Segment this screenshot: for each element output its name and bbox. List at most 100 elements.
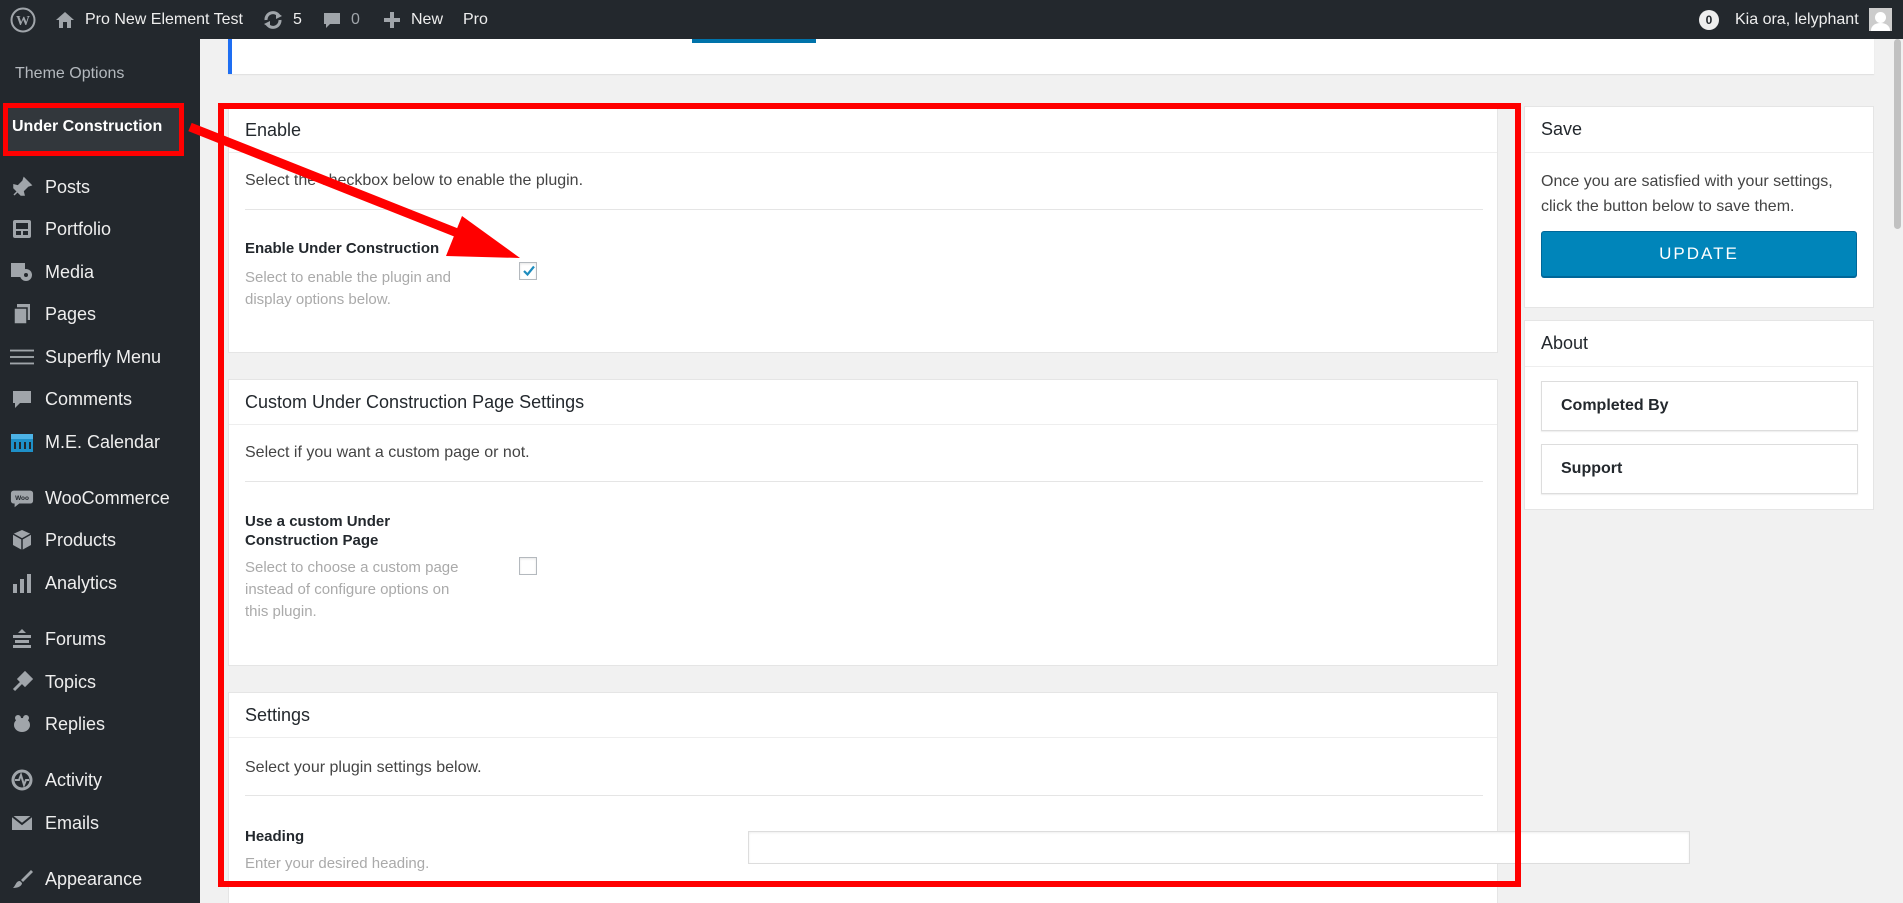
home-icon [56,11,74,28]
sidebar-item-label: M.E. Calendar [45,431,161,452]
pro-label: Pro [463,10,488,28]
replies-icon [10,712,34,736]
heading-input[interactable] [748,831,1690,864]
svg-text:Woo: Woo [15,495,29,502]
new-content-link[interactable]: New [383,0,443,39]
sidebar-item-label: Portfolio [45,218,112,239]
submenu-under-construction-label: Under Construction [12,118,163,135]
calendar-icon [10,430,34,454]
notice-button[interactable] [692,39,816,43]
heading-field-label: Heading [245,828,305,845]
sidebar-item-label: Forums [45,628,107,649]
brush-icon [10,867,34,891]
media-icon [10,260,34,284]
site-name: Pro New Element Test [85,10,243,28]
sidebar-item-label: Comments [45,388,133,409]
divider [245,795,1483,796]
sidebar-item-activity[interactable]: Activity [0,762,200,798]
forums-icon [10,627,34,651]
sidebar-item-analytics[interactable]: Analytics [0,565,200,601]
box-icon [10,528,34,552]
sidebar-item-portfolio[interactable]: Portfolio [0,211,200,247]
sidebar-item-posts[interactable]: Posts [0,169,200,205]
completed-by-toggle[interactable]: Completed By [1541,381,1858,431]
bar-chart-icon [10,571,34,595]
wordpress-logo-icon[interactable]: W [10,0,36,39]
sidebar-item-products[interactable]: Products [0,522,200,558]
custom-field-help: Select to choose a custom page instead o… [245,559,459,620]
enable-field-label: Enable Under Construction [245,240,440,257]
topics-icon [10,670,34,694]
scrollbar-thumb[interactable] [1894,39,1901,229]
about-box-title: About [1541,333,1589,353]
sidebar-item-woocommerce[interactable]: Woo WooCommerce [0,480,200,516]
custom-panel-title: Custom Under Construction Page Settings [245,392,585,412]
divider [1525,366,1873,367]
comment-icon [10,387,34,411]
divider [229,737,1497,738]
update-button[interactable]: UPDATE [1541,231,1857,277]
sidebar-item-label: Activity [45,769,103,790]
sidebar-item-me-calendar[interactable]: M.E. Calendar [0,424,200,460]
sidebar-item-label: Topics [45,671,97,692]
sidebar-item-comments[interactable]: Comments [0,381,200,417]
divider [245,481,1483,482]
sidebar-item-label: Products [45,529,117,550]
portfolio-icon [10,217,34,241]
updates-link[interactable]: 5 [262,0,302,39]
sidebar-item-label: Media [45,261,95,282]
comment-bubble-icon [324,12,340,28]
menu-lines-icon [10,345,34,369]
sidebar-item-emails[interactable]: Emails [0,805,200,841]
enable-under-construction-checkbox[interactable] [519,262,537,280]
site-name-link[interactable]: Pro New Element Test [55,0,243,39]
sidebar-item-media[interactable]: Media [0,254,200,290]
sidebar-item-forums[interactable]: Forums [0,621,200,657]
notification-count-badge: 0 [1699,9,1719,30]
pin-icon [10,175,34,199]
admin-toolbar: W Pro New Element Test 5 0 New Pro 0 Kia… [0,0,1903,39]
sidebar-item-label: Replies [45,713,106,734]
sidebar-item-appearance[interactable]: Appearance [0,861,200,897]
notifications-link[interactable]: 0 [1699,0,1719,39]
submenu-theme-options[interactable]: Theme Options [15,65,124,83]
custom-page-panel: Custom Under Construction Page Settings … [228,379,1498,666]
sidebar-item-label: Superfly Menu [45,346,162,367]
woo-icon: Woo [10,486,34,510]
save-box: Save Once you are satisfied with your se… [1524,106,1874,308]
sidebar-item-label: Appearance [45,868,143,889]
settings-panel-title: Settings [245,705,311,725]
sidebar-item-replies[interactable]: Replies [0,706,200,742]
divider [245,209,1483,210]
about-box: About Completed By Support [1524,320,1874,510]
divider [229,424,1497,425]
avatar [1868,8,1892,31]
sidebar-item-superfly-menu[interactable]: Superfly Menu [0,339,200,375]
sidebar-item-label: Pages [45,303,97,324]
settings-panel: Settings Select your plugin settings bel… [228,692,1690,903]
comments-link[interactable]: 0 [322,0,360,39]
sidebar-item-pages[interactable]: Pages [0,296,200,332]
page-scrollbar[interactable] [1892,39,1903,903]
pro-link[interactable]: Pro [463,0,488,39]
new-label: New [411,10,444,28]
divider [1525,152,1873,153]
enable-panel: Enable Select the checkbox below to enab… [228,108,1498,353]
sidebar-item-label: Posts [45,176,91,197]
checkmark-icon [523,265,535,277]
support-toggle[interactable]: Support [1541,444,1858,494]
comments-count: 0 [351,10,360,28]
enable-panel-description: Select the checkbox below to enable the … [245,172,584,189]
custom-panel-description: Select if you want a custom page or not. [245,444,530,461]
sidebar-item-topics[interactable]: Topics [0,664,200,700]
enable-field-help: Select to enable the plugin and display … [245,269,451,308]
custom-page-checkbox[interactable] [519,557,537,575]
sidebar-item-label: WooCommerce [45,487,170,508]
refresh-icon [264,10,282,29]
heading-field-help: Enter your desired heading. [245,855,430,872]
settings-panel-description: Select your plugin settings below. [245,759,482,776]
save-box-text: Once you are satisfied with your setting… [1541,173,1833,215]
account-menu[interactable]: Kia ora, lelyphant [1735,0,1892,39]
enable-panel-title: Enable [245,120,302,140]
admin-notice [228,39,1874,74]
